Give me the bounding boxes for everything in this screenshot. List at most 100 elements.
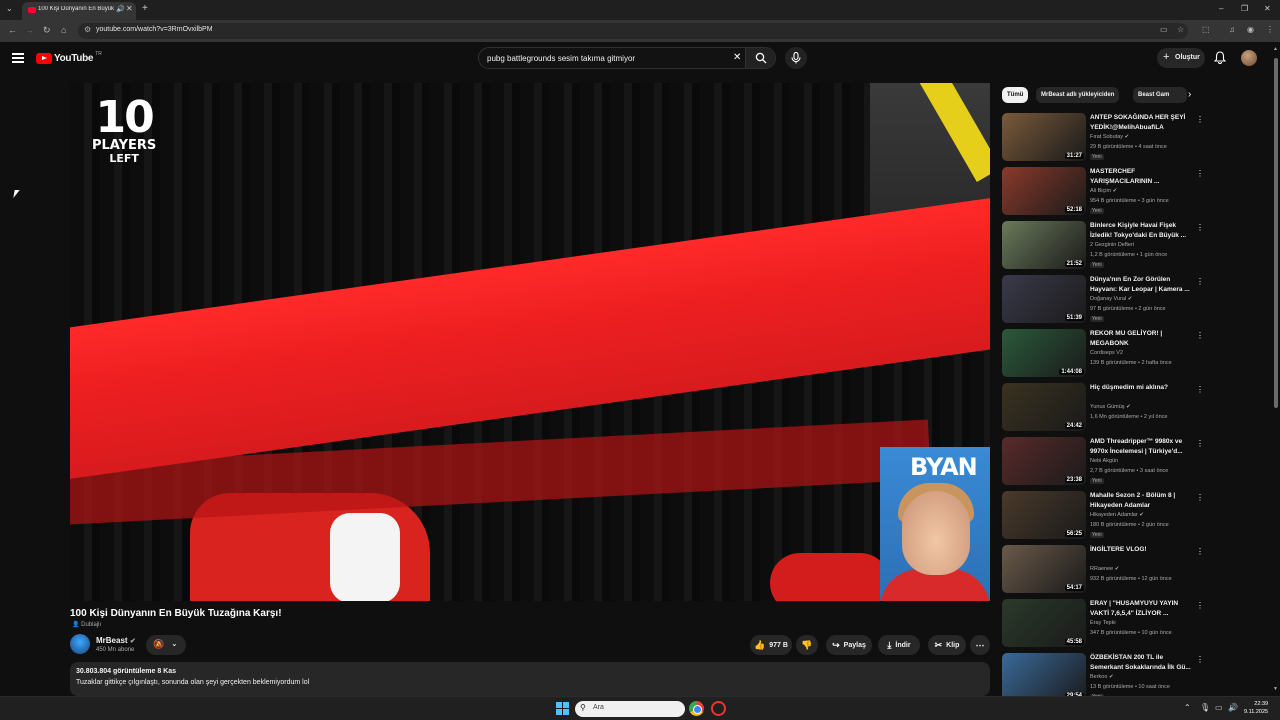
channel-avatar[interactable] — [70, 634, 90, 654]
recommendation-title[interactable]: ERAY | "HUSAMYUYU YAYIN VAKTİ 7,6,5,4" İ… — [1090, 599, 1192, 619]
recommendation-title[interactable]: İNGİLTERE VLOG! — [1090, 545, 1192, 555]
more-options-icon[interactable]: ⋮ — [1196, 439, 1204, 448]
site-info-icon[interactable]: ⚙ — [84, 25, 91, 34]
recommendation-item[interactable]: 21:52 Binlerce Kişiyle Havai Fişek İzledi… — [1002, 221, 1204, 271]
recommendation-channel-name[interactable]: Fırat Sobutay — [1090, 134, 1123, 140]
more-options-icon[interactable]: ⋮ — [1196, 115, 1204, 124]
recommendation-item[interactable]: 51:39 Dünya'nın En Zor Görülen Hayvanı: K… — [1002, 275, 1204, 325]
hamburger-menu-icon[interactable] — [12, 53, 24, 63]
recommendation-channel[interactable]: Eray Tepki — [1090, 620, 1116, 626]
scroll-up-icon[interactable]: ▲ — [1273, 46, 1278, 52]
voice-search-button[interactable] — [785, 47, 807, 69]
recommendation-channel[interactable]: Berkoo ✔ — [1090, 674, 1114, 680]
recommendation-title[interactable]: AMD Threadripper™ 9980x ve 9970x İncelem… — [1090, 437, 1192, 457]
recommendation-channel-name[interactable]: Yunus Gümüş — [1090, 404, 1125, 410]
recommendation-channel[interactable]: Nebi Akgün — [1090, 458, 1118, 464]
recommendation-title[interactable]: ANTEP SOKAĞINDA HER ŞEYİ YEDİK!@MelihAbu… — [1090, 113, 1192, 133]
recommendation-title[interactable]: Mahalle Sezon 2 - Bölüm 8 | Hikayeden Ad… — [1090, 491, 1192, 511]
recommendation-item[interactable]: 45:58 ERAY | "HUSAMYUYU YAYIN VAKTİ 7,6,5… — [1002, 599, 1204, 649]
install-app-icon[interactable]: ▭ — [1160, 25, 1168, 34]
share-button[interactable]: ↪ Paylaş — [826, 635, 872, 655]
browser-tab-active[interactable]: 100 Kişi Dünyanın En Büyük Tuzağına Karş… — [22, 2, 136, 20]
recommendation-title[interactable]: REKOR MU GELİYOR! | MEGABONK — [1090, 329, 1192, 349]
create-button[interactable]: + Oluştur — [1157, 48, 1205, 68]
video-thumbnail[interactable]: 54:17 — [1002, 545, 1086, 593]
recommendation-channel-name[interactable]: Ali Biçim — [1090, 188, 1111, 194]
recommendation-item[interactable]: 31:27 ANTEP SOKAĞINDA HER ŞEYİ YEDİK!@Mel… — [1002, 113, 1204, 163]
clear-search-icon[interactable]: ✕ — [733, 52, 741, 63]
taskbar-clock[interactable]: 22:39 9.11.2025 — [1244, 700, 1268, 716]
media-control-icon[interactable]: ♫ — [1229, 25, 1235, 34]
recommendation-channel-name[interactable]: Hikayeden Adamlar — [1090, 512, 1138, 518]
recommendation-channel[interactable]: 2 Gezginin Defteri — [1090, 242, 1134, 248]
recommendation-item[interactable]: 23:38 AMD Threadripper™ 9980x ve 9970x İn… — [1002, 437, 1204, 487]
reload-icon[interactable]: ↻ — [43, 25, 51, 36]
recommendation-title[interactable]: ÖZBEKİSTAN 200 TL ile Semerkant Sokaklar… — [1090, 653, 1192, 673]
search-box[interactable]: pubg battlegrounds sesim takıma gitmiyor… — [478, 47, 776, 69]
more-options-icon[interactable]: ⋮ — [1196, 547, 1204, 556]
channel-name[interactable]: MrBeast ✔ — [96, 636, 136, 645]
maximize-icon[interactable]: ❐ — [1241, 4, 1248, 13]
video-thumbnail[interactable]: 1:44:08 — [1002, 329, 1086, 377]
audio-playing-icon[interactable]: 🔊 — [116, 5, 125, 13]
recommendation-channel[interactable]: RRaenee ✔ — [1090, 566, 1119, 572]
more-options-icon[interactable]: ⋮ — [1196, 385, 1204, 394]
extensions-icon[interactable]: ⬚ — [1202, 25, 1210, 34]
video-player[interactable]: 10 PLAYERS LEFT BYAN — [70, 83, 990, 601]
more-options-icon[interactable]: ⋮ — [1196, 223, 1204, 232]
search-input[interactable]: pubg battlegrounds sesim takıma gitmiyor — [487, 54, 635, 63]
forward-icon[interactable]: → — [25, 25, 34, 35]
recommendation-channel[interactable]: Fırat Sobutay ✔ — [1090, 134, 1129, 140]
display-tray-icon[interactable]: ▭ — [1215, 703, 1223, 712]
notifications-bell-icon[interactable] — [1214, 51, 1226, 64]
microphone-tray-icon[interactable]: 🎙 — [1200, 703, 1210, 712]
windows-start-icon[interactable] — [556, 702, 569, 715]
browser-menu-icon[interactable]: ⋮ — [1266, 25, 1274, 34]
chips-next-icon[interactable]: › — [1188, 89, 1191, 100]
description-box[interactable]: 30.803.804 görüntüleme 8 Kas Tuzaklar gi… — [70, 662, 990, 696]
recommendation-title[interactable]: Binlerce Kişiyle Havai Fişek İzledik! To… — [1090, 221, 1192, 241]
new-tab-icon[interactable]: + — [142, 3, 148, 14]
video-thumbnail[interactable]: 56:25 — [1002, 491, 1086, 539]
close-window-icon[interactable]: ✕ — [1264, 4, 1271, 13]
more-options-icon[interactable]: ⋮ — [1196, 169, 1204, 178]
video-thumbnail[interactable]: 52:18 — [1002, 167, 1086, 215]
tab-list-icon[interactable]: ⌄ — [6, 4, 13, 13]
more-options-icon[interactable]: ⋮ — [1196, 601, 1204, 610]
subscribed-notification-button[interactable]: 🔕 ⌄ — [146, 635, 186, 655]
more-options-icon[interactable]: ⋮ — [1196, 493, 1204, 502]
more-options-icon[interactable]: ⋮ — [1196, 277, 1204, 286]
chrome-taskbar-icon[interactable] — [689, 701, 704, 716]
recommendation-channel-name[interactable]: Nebi Akgün — [1090, 458, 1118, 464]
video-thumbnail[interactable]: 21:52 — [1002, 221, 1086, 269]
video-thumbnail[interactable]: 51:39 — [1002, 275, 1086, 323]
search-button[interactable] — [745, 48, 775, 68]
page-scrollbar[interactable]: ▲ ▼ — [1272, 44, 1280, 696]
more-options-icon[interactable]: ⋮ — [1196, 331, 1204, 340]
like-button[interactable]: 👍 977 B — [750, 635, 792, 655]
home-icon[interactable]: ⌂ — [61, 25, 66, 35]
profile-icon[interactable]: ◉ — [1247, 25, 1254, 34]
recommendation-channel-name[interactable]: Eray Tepki — [1090, 620, 1116, 626]
chip-from-uploader[interactable]: MrBeast adlı yükleyiciden — [1036, 87, 1120, 103]
recommendation-channel-name[interactable]: 2 Gezginin Defteri — [1090, 242, 1134, 248]
recommendation-channel[interactable]: Yunus Gümüş ✔ — [1090, 404, 1131, 410]
recommendation-channel-name[interactable]: RRaenee — [1090, 566, 1113, 572]
taskbar-search[interactable]: ⚲ Ara — [575, 701, 685, 717]
dislike-button[interactable]: 👎 — [796, 635, 818, 655]
recommendation-item[interactable]: 54:17 İNGİLTERE VLOG! RRaenee ✔ 932 B görün… — [1002, 545, 1204, 595]
video-thumbnail[interactable]: 45:58 — [1002, 599, 1086, 647]
speaker-tray-icon[interactable]: 🔊 — [1228, 703, 1238, 712]
chip-all[interactable]: Tümü — [1002, 87, 1029, 103]
minimize-icon[interactable]: – — [1219, 4, 1223, 13]
user-avatar[interactable] — [1241, 50, 1257, 66]
clip-button[interactable]: ✂ Klip — [928, 635, 966, 655]
recommendation-item[interactable]: 52:18 MASTERCHEF YARIŞMACILARININ ... Ali … — [1002, 167, 1204, 217]
recommendation-channel-name[interactable]: Berkoo — [1090, 674, 1107, 680]
recommendation-title[interactable]: Hiç düşmedim mi aklına? — [1090, 383, 1192, 393]
more-actions-button[interactable]: ⋯ — [970, 635, 990, 655]
video-thumbnail[interactable]: 29:54 — [1002, 653, 1086, 701]
bookmark-star-icon[interactable]: ☆ — [1177, 25, 1184, 34]
recommendation-title[interactable]: Dünya'nın En Zor Görülen Hayvanı: Kar Le… — [1090, 275, 1192, 295]
video-thumbnail[interactable]: 31:27 — [1002, 113, 1086, 161]
